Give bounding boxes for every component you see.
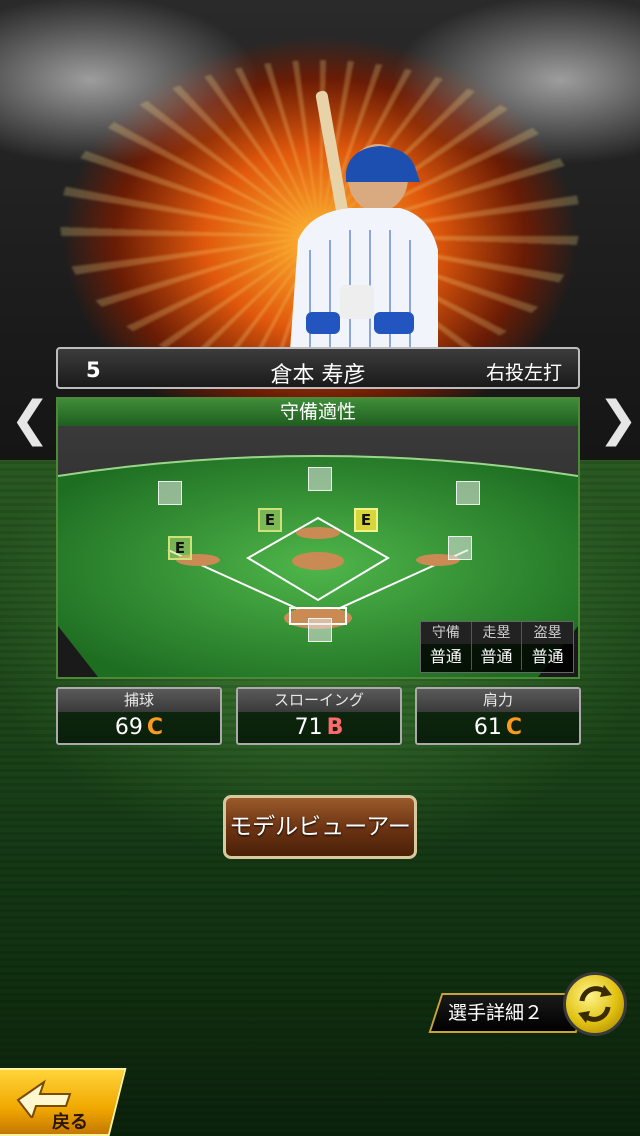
position-right-field [456, 481, 480, 505]
swap-icon[interactable] [563, 972, 627, 1036]
stat-label: スローイング [238, 689, 400, 712]
stat-grade: C [505, 715, 523, 740]
position-catcher [308, 618, 332, 642]
position-second-base: E [354, 508, 378, 532]
stat-label: 捕球 [58, 689, 220, 712]
summary-header-defense: 守備 [421, 622, 472, 644]
summary-value-running: 普通 [472, 644, 523, 670]
stat-catching: 捕球 69 C [56, 687, 222, 745]
defense-aptitude-panel: 守備適性 E E E 守備 走塁 盗塁 普通 普通 普通 [56, 397, 580, 679]
back-label[interactable]: 戻る [52, 1108, 88, 1134]
player-detail-label[interactable]: 選手詳細２ [448, 998, 543, 1025]
stat-grade: C [146, 715, 164, 740]
stat-value: 61 [473, 715, 502, 740]
position-center-field [308, 467, 332, 491]
handedness: 右投左打 [485, 362, 562, 384]
model-viewer-button[interactable]: モデルビューアー [223, 795, 417, 859]
player-portrait [290, 90, 438, 350]
summary-value-defense: 普通 [421, 644, 472, 670]
chevron-left-icon[interactable]: ❮ [10, 395, 50, 443]
position-first-base [448, 536, 472, 560]
chevron-right-icon[interactable]: ❯ [598, 395, 638, 443]
stat-throwing: スローイング 71 B [236, 687, 402, 745]
summary-header-stealing: 盗塁 [522, 622, 573, 644]
baserunning-summary: 守備 走塁 盗塁 普通 普通 普通 [420, 621, 574, 673]
baseball-field: E E E 守備 走塁 盗塁 普通 普通 普通 [58, 426, 578, 677]
position-third-base: E [168, 536, 192, 560]
stat-value: 69 [114, 715, 143, 740]
panel-title: 守備適性 [58, 399, 578, 426]
stat-grade: B [326, 715, 344, 740]
swap-arrows-icon [578, 985, 612, 1023]
stat-label: 肩力 [417, 689, 579, 712]
summary-header-running: 走塁 [471, 622, 523, 644]
position-shortstop: E [258, 508, 282, 532]
summary-value-stealing: 普通 [531, 647, 564, 666]
stat-value: 71 [294, 715, 323, 740]
player-nameplate: 5 倉本 寿彦 右投左打 [56, 347, 580, 389]
position-left-field [158, 481, 182, 505]
stat-arm-strength: 肩力 61 C [415, 687, 581, 745]
